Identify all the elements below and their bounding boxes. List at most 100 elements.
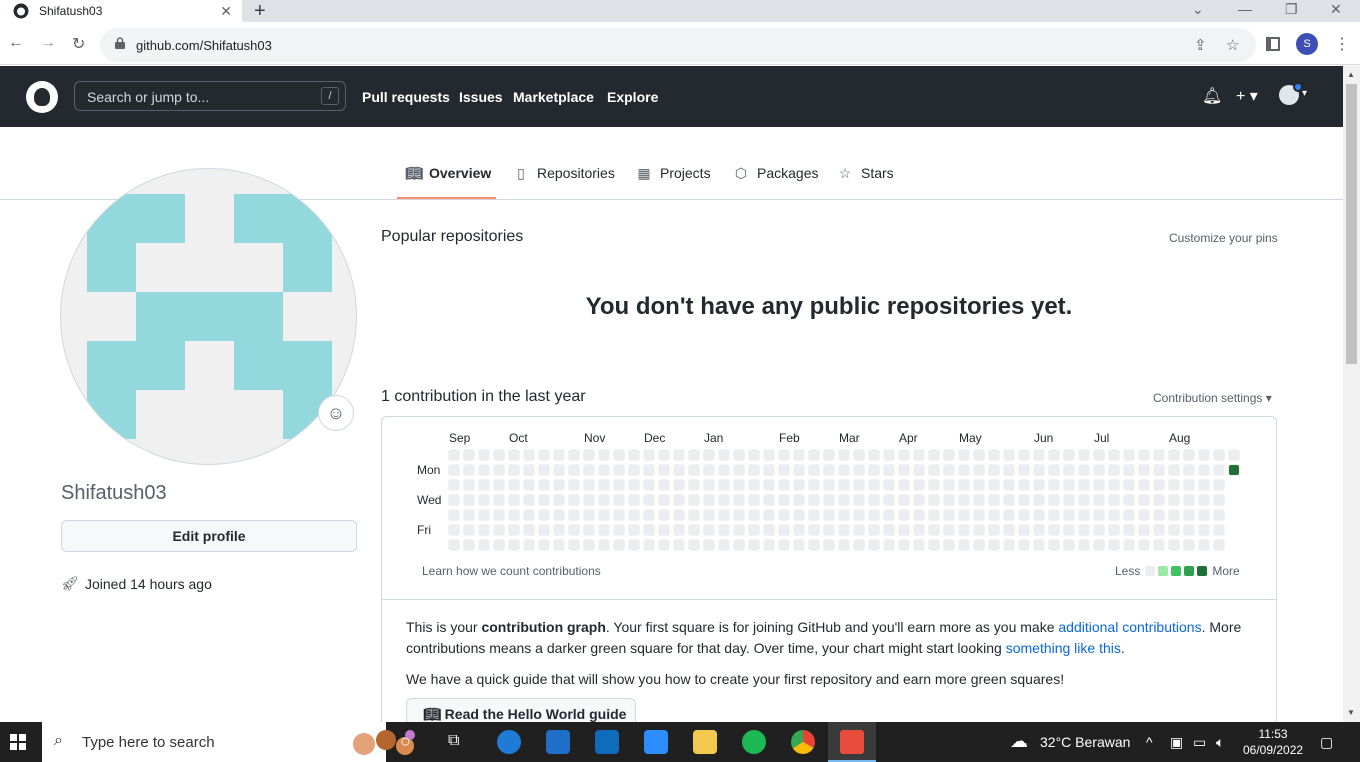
contribution-day-cell[interactable] xyxy=(733,464,745,476)
contribution-day-cell[interactable] xyxy=(478,464,490,476)
contribution-day-cell[interactable] xyxy=(448,509,460,521)
contribution-day-cell[interactable] xyxy=(1003,539,1015,551)
contribution-day-cell[interactable] xyxy=(1213,449,1225,461)
contribution-day-cell[interactable] xyxy=(583,539,595,551)
contribution-day-cell[interactable] xyxy=(508,539,520,551)
contribution-day-cell[interactable] xyxy=(508,509,520,521)
scrollbar-thumb[interactable] xyxy=(1346,84,1357,364)
contribution-day-cell[interactable] xyxy=(1033,509,1045,521)
user-avatar-menu[interactable] xyxy=(1279,82,1303,105)
contribution-day-cell[interactable] xyxy=(718,524,730,536)
contribution-day-cell[interactable] xyxy=(793,464,805,476)
contribution-day-cell[interactable] xyxy=(1048,479,1060,491)
close-tab-icon[interactable]: ✕ xyxy=(220,3,232,20)
tab-projects[interactable]: ▦ Projects xyxy=(636,165,710,181)
contribution-day-cell[interactable] xyxy=(733,449,745,461)
contribution-day-cell[interactable] xyxy=(823,494,835,506)
contribution-day-cell[interactable] xyxy=(778,524,790,536)
contribution-day-cell[interactable] xyxy=(838,464,850,476)
contribution-day-cell[interactable] xyxy=(658,449,670,461)
contribution-day-cell[interactable] xyxy=(943,479,955,491)
page-scrollbar[interactable]: ▲ ▼ xyxy=(1343,66,1360,722)
contribution-day-cell[interactable] xyxy=(673,494,685,506)
contribution-day-cell[interactable] xyxy=(1123,539,1135,551)
contribution-day-cell[interactable] xyxy=(538,479,550,491)
chrome-icon[interactable] xyxy=(791,730,815,754)
contribution-day-cell[interactable] xyxy=(598,479,610,491)
contribution-day-cell[interactable] xyxy=(1048,494,1060,506)
contribution-day-cell[interactable] xyxy=(448,539,460,551)
contribution-day-cell[interactable] xyxy=(823,524,835,536)
contribution-day-cell[interactable] xyxy=(1153,509,1165,521)
contribution-day-cell[interactable] xyxy=(493,539,505,551)
nav-issues[interactable]: Issues xyxy=(459,89,503,105)
contribution-day-cell[interactable] xyxy=(808,464,820,476)
contribution-day-cell[interactable] xyxy=(823,509,835,521)
contribution-day-cell[interactable] xyxy=(1123,449,1135,461)
contribution-day-cell[interactable] xyxy=(1168,539,1180,551)
contribution-day-cell[interactable] xyxy=(763,479,775,491)
contribution-day-cell[interactable] xyxy=(853,449,865,461)
browser-tab[interactable]: Shifatush03 ✕ xyxy=(0,0,242,22)
contribution-day-cell[interactable] xyxy=(658,479,670,491)
contribution-day-cell[interactable] xyxy=(523,494,535,506)
contribution-day-cell[interactable] xyxy=(973,509,985,521)
contribution-day-cell[interactable] xyxy=(1018,449,1030,461)
contribution-day-cell[interactable] xyxy=(1123,494,1135,506)
contribution-day-cell[interactable] xyxy=(703,464,715,476)
contribution-day-cell[interactable] xyxy=(628,449,640,461)
contribution-day-cell[interactable] xyxy=(883,464,895,476)
contribution-day-cell[interactable] xyxy=(688,524,700,536)
contribution-day-cell[interactable] xyxy=(658,539,670,551)
contribution-day-cell[interactable] xyxy=(1033,479,1045,491)
contribution-day-cell[interactable] xyxy=(1093,524,1105,536)
contribution-day-cell[interactable] xyxy=(1198,479,1210,491)
contribution-day-cell[interactable] xyxy=(763,464,775,476)
contribution-day-cell[interactable] xyxy=(913,449,925,461)
contribution-day-cell[interactable] xyxy=(703,539,715,551)
contribution-day-cell[interactable] xyxy=(553,449,565,461)
contribution-day-cell[interactable] xyxy=(673,524,685,536)
contribution-day-cell[interactable] xyxy=(463,479,475,491)
contribution-day-cell[interactable] xyxy=(703,449,715,461)
contribution-day-cell[interactable] xyxy=(793,494,805,506)
contribution-day-cell[interactable] xyxy=(763,494,775,506)
contribution-day-cell[interactable] xyxy=(1183,449,1195,461)
contribution-day-cell[interactable] xyxy=(988,494,1000,506)
contribution-day-cell[interactable] xyxy=(553,464,565,476)
side-panel-icon[interactable] xyxy=(1266,37,1280,51)
contribution-day-cell[interactable] xyxy=(928,494,940,506)
notifications-bell-icon[interactable]: 🔔︎ xyxy=(1202,86,1222,106)
contribution-day-cell[interactable] xyxy=(598,539,610,551)
contribution-settings-dropdown[interactable]: Contribution settings ▾ xyxy=(1153,391,1272,405)
contribution-day-cell[interactable] xyxy=(898,509,910,521)
contribution-day-cell[interactable] xyxy=(868,539,880,551)
tab-search-chevron-icon[interactable]: ⌄ xyxy=(1192,0,1204,22)
set-status-smiley-icon[interactable]: ☺ xyxy=(318,395,354,431)
contribution-day-cell[interactable] xyxy=(823,539,835,551)
nav-pull-requests[interactable]: Pull requests xyxy=(362,89,450,105)
contribution-day-cell[interactable] xyxy=(1153,479,1165,491)
contribution-day-cell[interactable] xyxy=(958,449,970,461)
contribution-day-cell[interactable] xyxy=(853,494,865,506)
contribution-day-cell[interactable] xyxy=(988,449,1000,461)
contribution-day-cell[interactable] xyxy=(778,509,790,521)
contribution-day-cell[interactable] xyxy=(1108,464,1120,476)
bookmark-star-icon[interactable]: ☆ xyxy=(1226,36,1239,54)
contribution-day-cell[interactable] xyxy=(673,539,685,551)
contribution-day-cell[interactable] xyxy=(478,524,490,536)
contribution-day-cell[interactable] xyxy=(658,509,670,521)
contribution-day-cell[interactable] xyxy=(628,494,640,506)
contribution-day-cell[interactable] xyxy=(493,449,505,461)
contribution-day-cell[interactable] xyxy=(808,509,820,521)
contribution-day-cell[interactable] xyxy=(898,494,910,506)
tray-chevron-icon[interactable]: ^ xyxy=(1146,734,1153,750)
contribution-day-cell[interactable] xyxy=(523,464,535,476)
contribution-day-cell[interactable] xyxy=(1183,464,1195,476)
contribution-day-cell[interactable] xyxy=(1183,509,1195,521)
contribution-day-cell[interactable] xyxy=(883,539,895,551)
contribution-day-cell[interactable] xyxy=(553,479,565,491)
contribution-day-cell[interactable] xyxy=(703,509,715,521)
contribution-day-cell[interactable] xyxy=(1168,494,1180,506)
contribution-day-cell[interactable] xyxy=(1093,479,1105,491)
